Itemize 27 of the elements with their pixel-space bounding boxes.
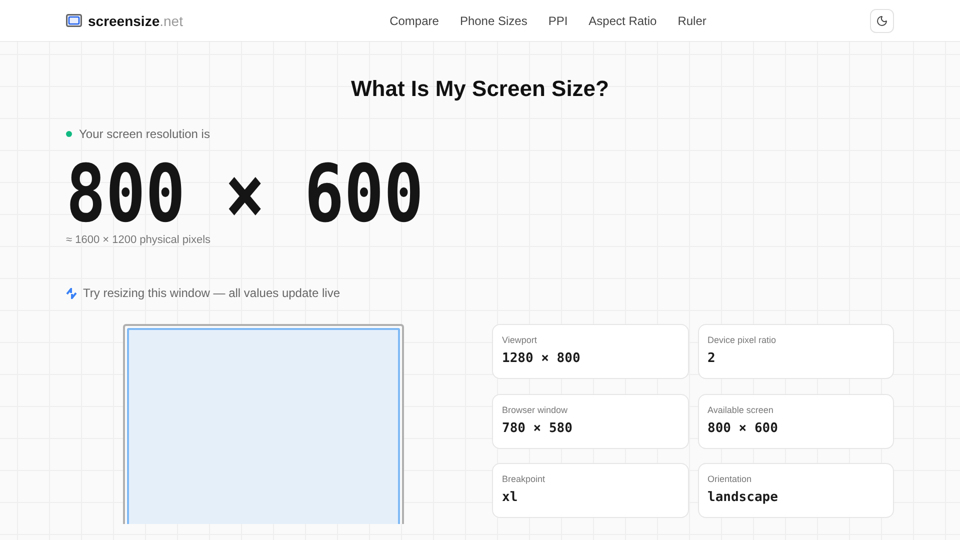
nav-link[interactable]: Aspect Ratio <box>588 14 657 28</box>
stat-label: Viewport <box>502 335 538 345</box>
stat-label: Available screen <box>708 404 774 415</box>
theme-toggle-button[interactable] <box>870 8 894 32</box>
arrows-icon <box>66 288 77 298</box>
stat-value: 1280 × 800 <box>502 351 582 366</box>
page-title: What Is My Screen Size? <box>350 76 610 102</box>
stat-value: 2 <box>708 351 716 366</box>
stat-label: Breakpoint <box>502 474 546 484</box>
stat-label: Orientation <box>708 474 753 484</box>
physical-pixels: ≈ 1600 × 1200 physical pixels <box>66 234 212 246</box>
nav-link[interactable]: PPI <box>548 14 568 28</box>
site-logo[interactable]: screensize.net <box>66 12 266 28</box>
stat-value: xl <box>502 490 519 506</box>
resize-hint: Try resizing this window — all values update live <box>83 286 340 300</box>
status-label: Your screen resolution is <box>79 127 210 141</box>
stat-label: Device pixel ratio <box>708 335 778 345</box>
stat-label: Browser window <box>502 404 569 415</box>
stat-value: landscape <box>708 490 779 506</box>
stat-value: 780 × 580 <box>502 420 574 436</box>
nav-link[interactable]: Ruler <box>678 14 706 28</box>
nav-link[interactable]: Compare <box>390 14 439 28</box>
monitor-icon <box>66 14 82 27</box>
stat-value: 800 × 600 <box>708 420 779 436</box>
moon-icon <box>876 14 888 26</box>
resolution-value: 800 × 600 <box>66 155 425 234</box>
nav-link[interactable]: Phone Sizes <box>460 14 528 28</box>
